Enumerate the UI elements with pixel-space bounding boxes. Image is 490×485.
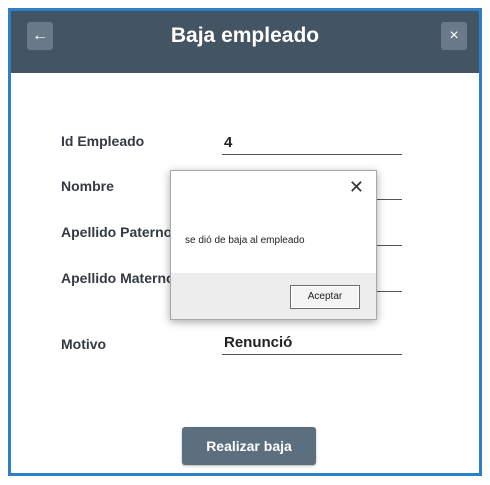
motivo-field[interactable]: Renunció	[222, 333, 402, 355]
aceptar-button[interactable]: Aceptar	[290, 285, 360, 309]
nombre-label: Nombre	[61, 178, 114, 194]
motivo-label: Motivo	[61, 336, 107, 352]
page-title: Baja empleado	[170, 24, 320, 47]
realizar-baja-button[interactable]: Realizar baja	[182, 427, 316, 465]
dialog-message: se dió de baja al empleado	[185, 235, 305, 246]
message-dialog: ✕ se dió de baja al empleado Aceptar	[170, 170, 377, 320]
close-button[interactable]: ×	[441, 22, 467, 50]
dialog-close-button[interactable]: ✕	[349, 177, 364, 198]
apellido-materno-label: Apellido Materno	[61, 270, 175, 286]
id-empleado-label: Id Empleado	[61, 133, 145, 149]
id-empleado-field[interactable]: 4	[222, 133, 402, 155]
close-icon: ✕	[348, 177, 364, 197]
close-icon: ×	[449, 27, 459, 44]
dialog-footer: Aceptar	[171, 273, 376, 319]
apellido-paterno-label: Apellido Paterno	[61, 224, 173, 240]
title-bar: ← Baja empleado ×	[11, 11, 479, 73]
